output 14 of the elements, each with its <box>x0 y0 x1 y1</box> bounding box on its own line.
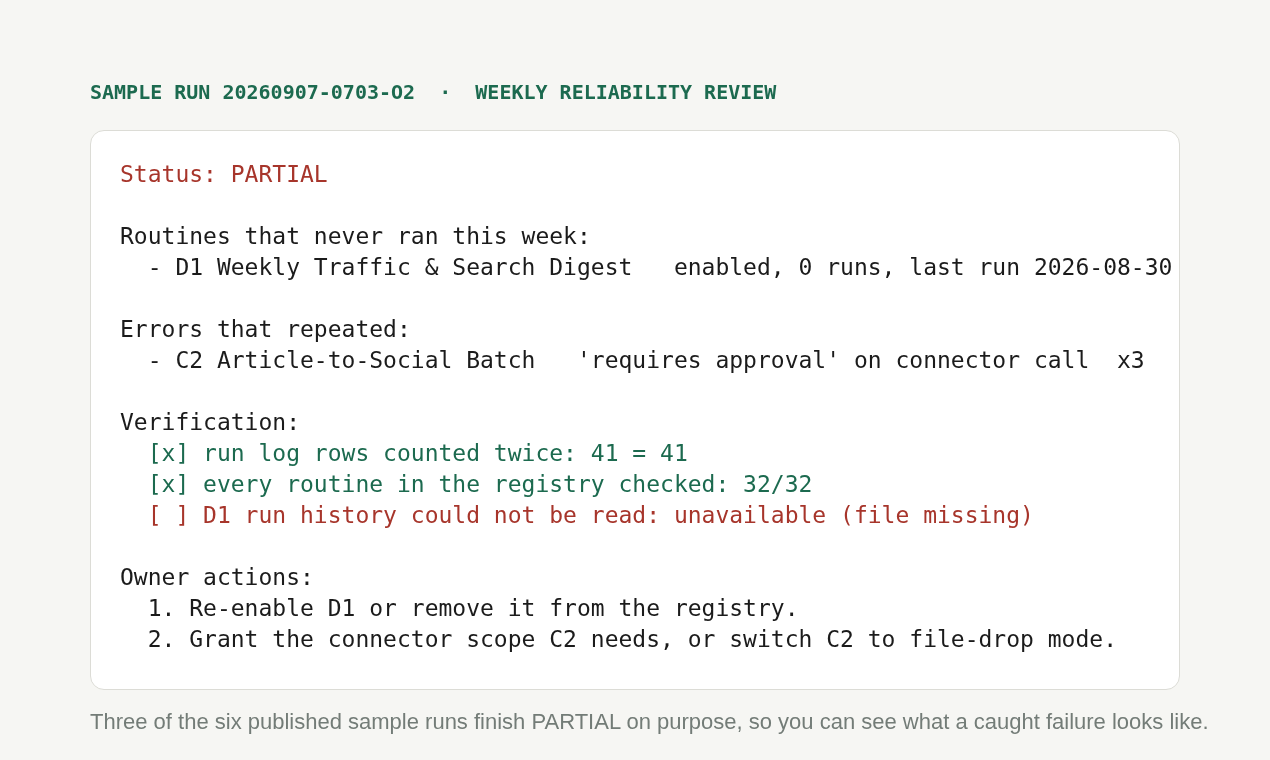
action-item: 1. Re-enable D1 or remove it from the registry. <box>147 594 799 623</box>
check-item: [x] every routine in the registry checked: 32/32 <box>147 470 813 499</box>
section-heading: Verification: <box>120 408 300 437</box>
section-heading: Routines that never ran this week: <box>120 222 591 251</box>
action-item: 2. Grant the connector scope C2 needs, or switch C2 to file-drop mode. <box>147 625 1117 654</box>
run-title: SAMPLE RUN 20260907-0703-O2 · WEEKLY RELIABILITY REVIEW <box>90 80 777 104</box>
check-item: [x] run log rows counted twice: 41 = 41 <box>147 439 688 468</box>
footnote: Three of the six published sample runs finish PARTIAL on purpose, so you can see what a caught failure looks like. <box>90 710 1209 734</box>
status-line: Status: PARTIAL <box>120 160 328 189</box>
check-item: [ ] D1 run history could not be read: unavailable (file missing) <box>147 501 1034 530</box>
section-heading: Owner actions: <box>120 563 314 592</box>
list-item: - D1 Weekly Traffic & Search Digest enabled, 0 runs, last run 2026-08-30 <box>147 253 1173 282</box>
list-item: - C2 Article-to-Social Batch 'requires approval' on connector call x3 <box>147 346 1145 375</box>
section-heading: Errors that repeated: <box>120 315 411 344</box>
